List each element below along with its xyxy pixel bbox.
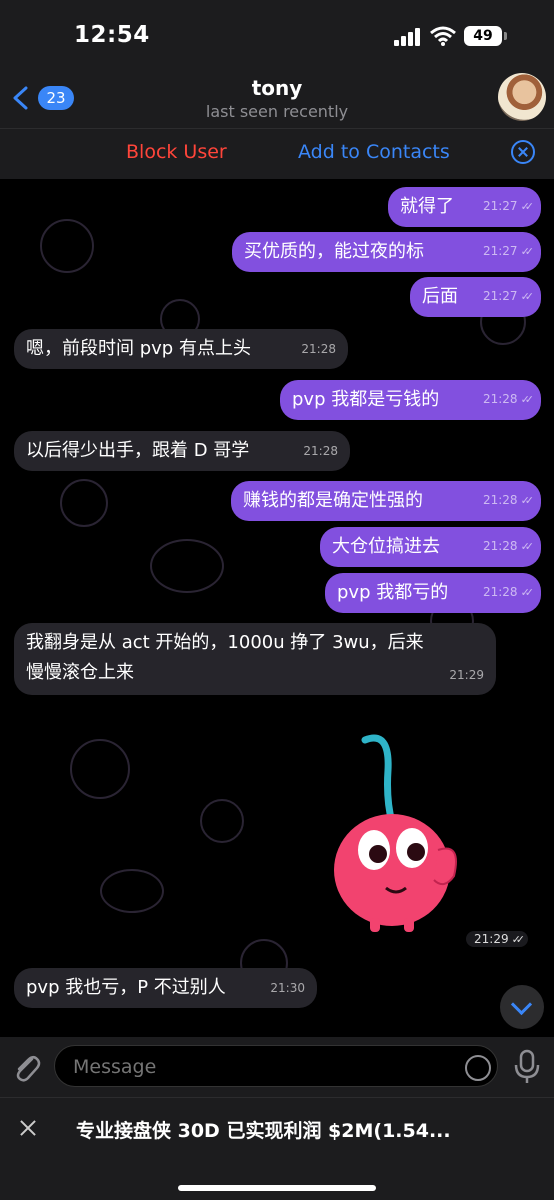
read-checks-icon: ✓✓	[520, 393, 535, 406]
close-icon[interactable]	[18, 1118, 38, 1138]
background-doodle	[60, 479, 108, 527]
home-indicator-area	[0, 1159, 554, 1200]
last-seen-status: last seen recently	[205, 102, 349, 121]
chat-area[interactable]: 就得了 21:27 ✓✓ 买优质的，能过夜的标 21:27 ✓✓ 后面 21:27 ✓…	[0, 179, 554, 1037]
cherry-sticker-icon[interactable]	[330, 730, 470, 940]
battery-indicator: 49	[464, 26, 502, 46]
message-text: 我翻身是从 act 开始的，1000u 挣了 3wu，后来	[26, 632, 424, 653]
message-time: 21:29	[449, 668, 484, 682]
sticker-time: 21:29	[474, 932, 509, 946]
message-input[interactable]	[54, 1045, 498, 1087]
message-text: 就得了	[400, 196, 454, 217]
message-text-line-2: 慢慢滚仓上来	[26, 662, 134, 683]
message-time: 21:28	[482, 585, 518, 599]
pinned-banner[interactable]: 专业接盘侠 30D 已实现利润 $2M(1.54...	[0, 1097, 554, 1160]
contact-action-bar: Block User Add to Contacts	[0, 128, 554, 179]
read-checks-icon: ✓✓	[520, 245, 535, 258]
message-bubble-incoming[interactable]: 我翻身是从 act 开始的，1000u 挣了 3wu，后来 慢慢滚仓上来 21:…	[14, 623, 496, 695]
read-checks-icon: ✓✓	[520, 494, 535, 507]
read-checks-icon: ✓✓	[520, 586, 535, 599]
message-text: 买优质的，能过夜的标	[244, 241, 424, 262]
message-bubble-outgoing[interactable]: 赚钱的都是确定性强的 21:28 ✓✓	[231, 481, 541, 521]
message-bubble-outgoing[interactable]: 大仓位搞进去 21:28 ✓✓	[320, 527, 541, 567]
message-bubble-outgoing[interactable]: pvp 我都是亏钱的 21:28 ✓✓	[280, 380, 541, 420]
message-meta: 21:27 ✓✓	[482, 281, 535, 312]
background-doodle	[200, 799, 244, 843]
message-meta: 21:27 ✓✓	[482, 236, 535, 267]
block-user-button[interactable]: Block User	[126, 141, 227, 163]
message-text: pvp 我都是亏钱的	[292, 389, 440, 410]
message-text: pvp 我都亏的	[337, 582, 449, 603]
read-checks-icon: ✓✓	[520, 200, 535, 213]
message-time: 21:28	[482, 493, 518, 507]
background-doodle	[100, 869, 164, 913]
message-bubble-incoming[interactable]: 以后得少出手，跟着 D 哥学 21:28	[14, 431, 350, 471]
message-text: 大仓位搞进去	[332, 536, 440, 557]
message-text: 以后得少出手，跟着 D 哥学	[26, 440, 250, 461]
read-checks-icon: ✓✓	[520, 540, 535, 553]
message-time: 21:27	[482, 199, 518, 213]
message-bubble-outgoing[interactable]: 就得了 21:27 ✓✓	[388, 187, 541, 227]
wifi-icon	[430, 26, 456, 46]
avatar[interactable]	[498, 73, 546, 121]
message-time: 21:30	[270, 981, 305, 995]
add-to-contacts-button[interactable]: Add to Contacts	[298, 141, 450, 163]
chat-header: 23 tony last seen recently	[0, 70, 554, 128]
message-bubble-outgoing[interactable]: 买优质的，能过夜的标 21:27 ✓✓	[232, 232, 541, 272]
message-time: 21:28	[482, 539, 518, 553]
message-bubble-incoming[interactable]: 嗯，前段时间 pvp 有点上头 21:28	[14, 329, 348, 369]
home-indicator[interactable]	[178, 1185, 376, 1191]
background-doodle	[40, 219, 94, 273]
signal-icon	[394, 28, 424, 46]
microphone-icon[interactable]	[512, 1049, 542, 1085]
scroll-down-button[interactable]	[500, 985, 544, 1029]
message-bubble-outgoing[interactable]: 后面 21:27 ✓✓	[410, 277, 541, 317]
message-field[interactable]	[71, 1055, 435, 1079]
paperclip-icon[interactable]	[10, 1051, 44, 1085]
message-meta: 21:28 ✓✓	[482, 531, 535, 562]
message-meta: 21:27 ✓✓	[482, 191, 535, 222]
read-checks-icon: ✓✓	[520, 290, 535, 303]
read-checks-icon: ✓✓	[511, 933, 526, 946]
background-doodle	[150, 539, 224, 593]
message-time: 21:28	[303, 444, 338, 458]
message-text: pvp 我也亏，P 不过别人	[26, 977, 226, 998]
message-time: 21:28	[301, 342, 336, 356]
message-time: 21:28	[482, 392, 518, 406]
message-meta: 21:28 ✓✓	[482, 384, 535, 415]
background-doodle	[70, 739, 130, 799]
message-meta: 21:28 ✓✓	[482, 577, 535, 608]
sticker-meta: 21:29 ✓✓	[466, 931, 529, 947]
message-input-bar	[0, 1037, 554, 1097]
status-time: 12:54	[74, 22, 150, 48]
message-text: 后面	[422, 286, 458, 307]
message-time: 21:27	[482, 289, 518, 303]
message-time: 21:27	[482, 244, 518, 258]
close-icon[interactable]	[511, 140, 535, 164]
message-bubble-outgoing[interactable]: pvp 我都亏的 21:28 ✓✓	[325, 573, 541, 613]
battery-nub	[504, 32, 507, 40]
contact-name[interactable]: tony	[0, 76, 554, 100]
status-bar: 12:54 49	[0, 0, 554, 70]
message-text: 赚钱的都是确定性强的	[243, 490, 423, 511]
message-text: 嗯，前段时间 pvp 有点上头	[26, 338, 251, 359]
pinned-text: 专业接盘侠 30D 已实现利润 $2M(1.54...	[76, 1120, 451, 1142]
sticker-icon[interactable]	[465, 1055, 491, 1081]
message-bubble-incoming[interactable]: pvp 我也亏，P 不过别人 21:30	[14, 968, 317, 1008]
message-meta: 21:28 ✓✓	[482, 485, 535, 516]
